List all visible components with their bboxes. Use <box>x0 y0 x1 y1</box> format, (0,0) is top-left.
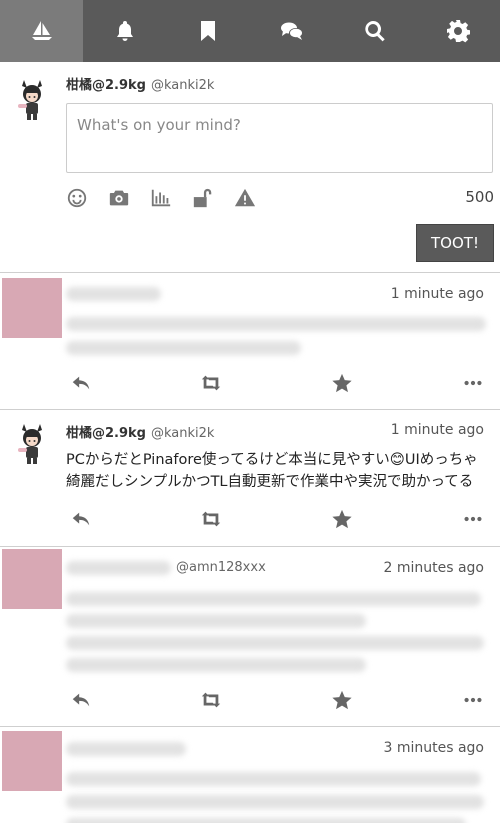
status-content: PCからだとPinafore使ってるけど本当に見やすい😊UIめっちゃ綺麗だしシン… <box>66 452 478 490</box>
warning-icon <box>234 188 256 207</box>
blurred-name <box>66 287 161 301</box>
boost-button[interactable] <box>196 370 226 396</box>
status-actions <box>66 370 486 396</box>
boost-button[interactable] <box>196 506 226 532</box>
star-icon <box>332 373 352 393</box>
star-icon <box>332 509 352 529</box>
compose-toolbar <box>66 185 276 211</box>
bookmark-icon <box>201 21 216 41</box>
unlock-icon <box>193 188 212 208</box>
blurred-content <box>66 341 301 355</box>
avatar[interactable] <box>2 731 62 791</box>
star-icon <box>332 690 352 710</box>
blurred-content <box>66 818 466 823</box>
blurred-name <box>66 742 186 756</box>
status-item[interactable]: 柑橘@2.9kg @kanki2k 1 minute ago PCからだとPina… <box>0 410 500 547</box>
favorite-button[interactable] <box>327 687 357 713</box>
status-item[interactable]: @amn128xxx 2 minutes ago <box>0 547 500 727</box>
avatar[interactable] <box>2 549 62 609</box>
boost-button[interactable] <box>196 687 226 713</box>
user-handle: @kanki2k <box>150 78 215 93</box>
status-actions <box>66 687 486 713</box>
poll-icon <box>151 189 171 207</box>
retweet-icon <box>201 692 221 708</box>
nav-conversations[interactable] <box>250 0 333 62</box>
status-time[interactable]: 2 minutes ago <box>383 560 484 576</box>
sailboat-icon <box>31 21 52 40</box>
avatar[interactable] <box>2 278 62 338</box>
reply-button[interactable] <box>66 687 96 713</box>
content-warning-button[interactable] <box>234 185 276 211</box>
avatar[interactable] <box>16 76 48 122</box>
compose-textarea[interactable]: What's on your mind? <box>66 103 493 173</box>
reply-icon <box>72 512 90 526</box>
reply-icon <box>72 693 90 707</box>
visibility-button[interactable] <box>192 185 234 211</box>
compose-author: 柑橘@2.9kg @kanki2k <box>66 74 214 93</box>
retweet-icon <box>201 511 221 527</box>
nav-bookmarks[interactable] <box>167 0 250 62</box>
bell-icon <box>116 21 133 41</box>
search-icon <box>365 21 385 42</box>
blurred-name <box>66 561 171 575</box>
reply-button[interactable] <box>66 370 96 396</box>
gear-icon <box>447 20 471 43</box>
poll-button[interactable] <box>150 185 192 211</box>
top-nav <box>0 0 500 62</box>
emoji-button[interactable] <box>66 185 108 211</box>
chat-bubbles-icon <box>280 22 303 40</box>
user-handle: @kanki2k <box>150 426 215 441</box>
blurred-content <box>66 317 486 331</box>
nav-notifications[interactable] <box>83 0 166 62</box>
display-name: 柑橘@2.9kg <box>66 426 146 441</box>
reply-button[interactable] <box>66 506 96 532</box>
status-time[interactable]: 3 minutes ago <box>383 740 484 756</box>
more-options-button[interactable] <box>458 687 488 713</box>
status-item[interactable]: 3 minutes ago <box>0 727 500 823</box>
status-item[interactable]: 1 minute ago <box>0 274 500 410</box>
blurred-content <box>66 795 484 809</box>
more-options-button[interactable] <box>458 506 488 532</box>
blurred-content <box>66 772 481 786</box>
toot-button[interactable]: TOOT! <box>416 224 494 262</box>
avatar[interactable] <box>16 420 48 466</box>
camera-icon <box>109 190 129 206</box>
ellipsis-icon <box>464 380 482 386</box>
user-handle[interactable]: @amn128xxx <box>176 560 266 575</box>
nav-search[interactable] <box>333 0 416 62</box>
status-time[interactable]: 1 minute ago <box>391 422 484 438</box>
retweet-icon <box>201 375 221 391</box>
ellipsis-icon <box>464 697 482 703</box>
more-options-button[interactable] <box>458 370 488 396</box>
blurred-content <box>66 614 366 628</box>
media-button[interactable] <box>108 185 150 211</box>
ellipsis-icon <box>464 516 482 522</box>
display-name: 柑橘@2.9kg <box>66 78 146 93</box>
favorite-button[interactable] <box>327 506 357 532</box>
emoji-icon <box>67 188 87 208</box>
status-time[interactable]: 1 minute ago <box>391 286 484 302</box>
status-author[interactable]: 柑橘@2.9kg @kanki2k <box>66 422 214 441</box>
char-count: 500 <box>465 188 494 206</box>
status-actions <box>66 506 486 532</box>
blurred-content <box>66 636 484 650</box>
blurred-content <box>66 592 481 606</box>
favorite-button[interactable] <box>327 370 357 396</box>
blurred-content <box>66 658 366 672</box>
reply-icon <box>72 376 90 390</box>
nav-settings[interactable] <box>417 0 500 62</box>
nav-home[interactable] <box>0 0 84 62</box>
